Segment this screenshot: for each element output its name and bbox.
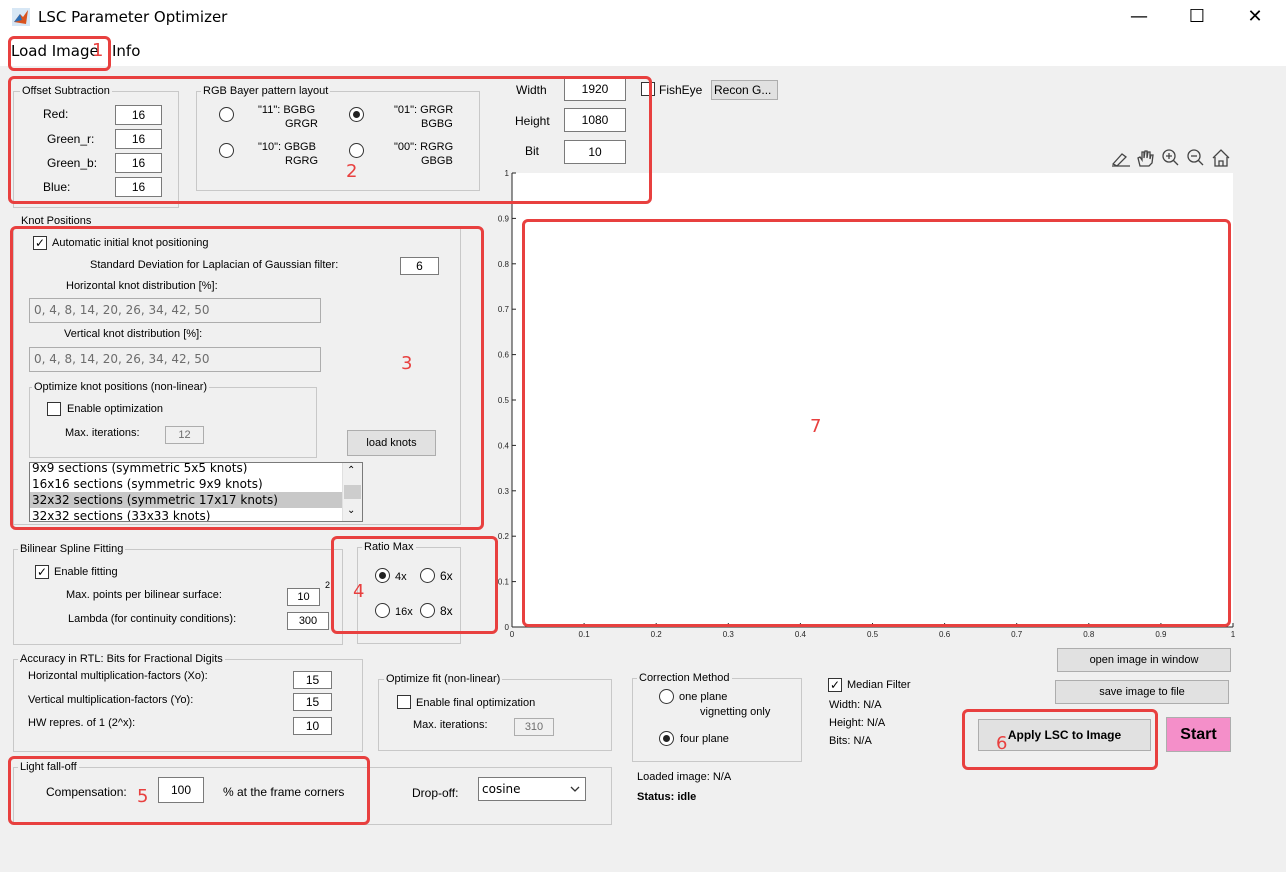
matlab-logo-icon <box>12 8 30 26</box>
four-plane-radio[interactable] <box>659 731 674 746</box>
y-tick-label: 0.4 <box>498 441 510 450</box>
y-tick-label: 0.2 <box>498 532 510 541</box>
minimize-button[interactable]: — <box>1124 2 1154 32</box>
one-plane-label-1: one plane <box>679 691 728 703</box>
dropoff-select[interactable]: cosine <box>478 777 586 801</box>
chevron-down-icon <box>570 786 580 792</box>
lambda-input[interactable]: 300 <box>287 612 329 630</box>
y-tick-label: 0.6 <box>498 351 510 360</box>
fisheye-label: FishEye <box>659 83 703 97</box>
annotation-number-6: 6 <box>996 733 1008 754</box>
x-tick-label: 0 <box>510 630 515 639</box>
x-tick-label: 0.1 <box>579 630 591 639</box>
max-points-input[interactable]: 10 <box>287 588 320 606</box>
menu-info[interactable]: Info <box>112 42 140 60</box>
y-tick-label: 0 <box>505 623 510 632</box>
title-bar: LSC Parameter Optimizer — ☐ ✕ <box>0 0 1286 34</box>
yo-label: Vertical multiplication-factors (Yo): <box>28 694 194 706</box>
x-tick-label: 0.5 <box>867 630 879 639</box>
enable-fitting-checkbox[interactable]: ✓ <box>35 565 49 579</box>
yo-input[interactable]: 15 <box>293 693 332 711</box>
correction-title: Correction Method <box>637 672 732 684</box>
menu-bar: Load Image Info <box>0 34 1286 66</box>
x-tick-label: 0.8 <box>1083 630 1095 639</box>
x-tick-label: 0.3 <box>723 630 735 639</box>
enable-fitting-label: Enable fitting <box>54 566 118 578</box>
annotation-box-6 <box>962 709 1158 770</box>
info-width: Width: N/A <box>829 699 882 711</box>
annotation-number-4: 4 <box>353 581 365 602</box>
max-points-label: Max. points per bilinear surface: <box>66 589 222 601</box>
info-height: Height: N/A <box>829 717 886 729</box>
annotation-number-7: 7 <box>810 416 822 437</box>
xo-input[interactable]: 15 <box>293 671 332 689</box>
enable-final-opt-label: Enable final optimization <box>416 697 536 709</box>
close-button[interactable]: ✕ <box>1240 2 1270 32</box>
y-tick-label: 0.1 <box>498 578 510 587</box>
enable-final-opt-checkbox[interactable] <box>397 695 411 709</box>
home-icon[interactable] <box>1212 149 1230 167</box>
y-tick-label: 0.9 <box>498 214 510 223</box>
annotation-box-7 <box>522 219 1231 627</box>
bilinear-title: Bilinear Spline Fitting <box>18 543 126 555</box>
fit-max-iter-label: Max. iterations: <box>413 719 488 731</box>
pan-hand-icon[interactable] <box>1137 150 1154 167</box>
maximize-button[interactable]: ☐ <box>1182 2 1212 32</box>
zoom-out-icon[interactable] <box>1187 149 1204 166</box>
annotation-box-2 <box>8 76 652 204</box>
optimize-fit-panel <box>378 679 612 751</box>
window-title: LSC Parameter Optimizer <box>38 8 228 26</box>
open-image-button[interactable]: open image in window <box>1057 648 1231 672</box>
annotation-number-3: 3 <box>401 353 413 374</box>
x-tick-label: 0.7 <box>1011 630 1023 639</box>
recon-button[interactable]: Recon G... <box>711 80 778 100</box>
annotation-number-2: 2 <box>346 161 358 182</box>
save-image-button[interactable]: save image to file <box>1055 680 1229 704</box>
status-text: Status: idle <box>637 791 697 803</box>
optimize-fit-title: Optimize fit (non-linear) <box>384 673 503 685</box>
accuracy-title: Accuracy in RTL: Bits for Fractional Dig… <box>18 653 225 665</box>
lambda-label: Lambda (for continuity conditions): <box>68 613 237 625</box>
one-plane-label-2: vignetting only <box>700 706 771 718</box>
annotation-box-5 <box>8 756 370 825</box>
dropoff-value: cosine <box>482 782 521 796</box>
loaded-image-status: Loaded image: N/A <box>637 771 732 783</box>
four-plane-label: four plane <box>680 733 729 745</box>
one-plane-radio[interactable] <box>659 689 674 704</box>
x-tick-label: 1 <box>1231 630 1236 639</box>
median-filter-checkbox[interactable]: ✓ <box>828 678 842 692</box>
y-tick-label: 0.5 <box>498 396 510 405</box>
xo-label: Horizontal multiplication-factors (Xo): <box>28 670 208 682</box>
x-tick-label: 0.9 <box>1155 630 1167 639</box>
x-tick-label: 0.2 <box>651 630 663 639</box>
dropoff-label: Drop-off: <box>412 786 459 800</box>
hw-label: HW repres. of 1 (2^x): <box>28 717 136 729</box>
median-filter-label: Median Filter <box>847 679 911 691</box>
y-tick-label: 0.7 <box>498 305 510 314</box>
annotation-number-5: 5 <box>137 786 149 807</box>
annotation-box-3 <box>10 226 484 530</box>
info-bits: Bits: N/A <box>829 735 872 747</box>
x-tick-label: 0.6 <box>939 630 951 639</box>
x-tick-label: 0.4 <box>795 630 807 639</box>
y-tick-label: 0.8 <box>498 260 510 269</box>
hw-input[interactable]: 10 <box>293 717 332 735</box>
fit-max-iter-input[interactable]: 310 <box>514 718 554 736</box>
annotation-number-1: 1 <box>92 40 104 61</box>
start-button[interactable]: Start <box>1166 717 1231 752</box>
y-tick-label: 0.3 <box>498 487 510 496</box>
zoom-in-icon[interactable] <box>1162 149 1179 166</box>
superscript-label: 2 <box>325 580 331 590</box>
